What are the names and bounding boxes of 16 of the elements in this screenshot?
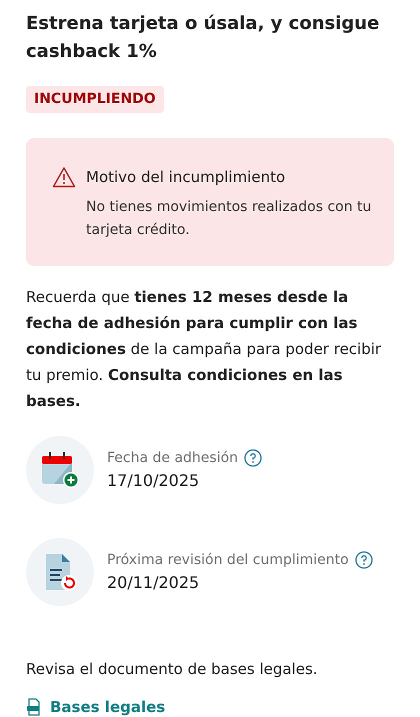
- date-label: Próxima revisión del cumplimiento: [107, 551, 349, 570]
- legal-link[interactable]: Bases legales: [26, 696, 166, 717]
- help-icon[interactable]: [244, 449, 262, 467]
- date-value: 20/11/2025: [107, 572, 200, 594]
- status-badge: INCUMPLIENDO: [26, 86, 164, 113]
- info-paragraph: Recuerda que tienes 12 meses desde la fecha de adhesión para cumplir con las condiciones de la campaña para poder recibir tu premio. Consulta condiciones en las bases.: [26, 287, 382, 412]
- warning-icon: [52, 166, 76, 188]
- alert-title: Motivo del incumplimiento: [86, 167, 286, 188]
- date-label: Fecha de adhesión: [107, 449, 238, 468]
- pdf-file-icon: [26, 698, 42, 716]
- date-value: 17/10/2025: [107, 470, 200, 492]
- legal-text: Revisa el documento de bases legales.: [26, 659, 319, 680]
- page-title: Estrena tarjeta o úsala, y consigue cashback 1%: [26, 12, 380, 64]
- calendar-add-icon: [40, 450, 80, 490]
- alert-message: No tienes movimientos realizados con tu tarjeta crédito.: [86, 198, 372, 240]
- help-icon[interactable]: [354, 551, 373, 569]
